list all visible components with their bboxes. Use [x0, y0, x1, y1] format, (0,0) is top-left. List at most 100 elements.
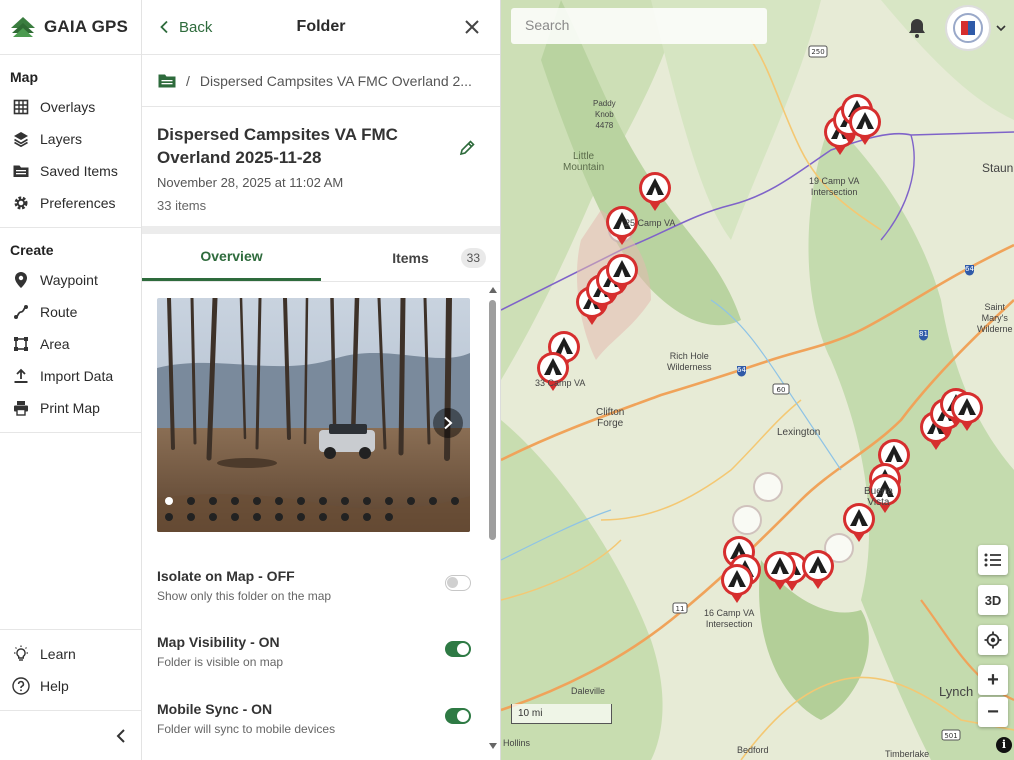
- layers-icon: [12, 130, 30, 148]
- route-11-label: 11: [676, 605, 685, 613]
- brand-name: GAIA GPS: [44, 17, 129, 36]
- campsite-pin[interactable]: [604, 252, 640, 296]
- zoom-out-button[interactable]: −: [978, 697, 1008, 727]
- breadcrumb-current: Dispersed Campsites VA FMC Overland 2...: [199, 72, 472, 89]
- back-button[interactable]: Back: [142, 19, 212, 36]
- 3d-toggle-button[interactable]: 3D: [978, 585, 1008, 615]
- breadcrumb: / Dispersed Campsites VA FMC Overland 2.…: [142, 55, 500, 107]
- folder-panel: Back Folder / Dispersed Campsites VA FMC…: [142, 0, 501, 760]
- campsite-pin[interactable]: [719, 562, 755, 606]
- campsite-pin[interactable]: [847, 104, 883, 148]
- collapse-sidebar-button[interactable]: [0, 710, 141, 760]
- setting-title: Mobile Sync - ON: [157, 701, 273, 717]
- zoom-in-button[interactable]: +: [978, 665, 1008, 695]
- map-view[interactable]: 250 64 64 81 60 11 501 19 Camp VA Interse…: [501, 0, 1014, 760]
- edit-pencil-icon[interactable]: [458, 139, 476, 157]
- carousel-dot[interactable]: [429, 497, 437, 505]
- label-timberlake: Timberlake: [885, 749, 930, 759]
- sidebar-item-import-data[interactable]: Import Data: [0, 360, 141, 392]
- chevron-down-icon[interactable]: [996, 25, 1006, 32]
- carousel-dot[interactable]: [187, 513, 195, 521]
- carousel-dot[interactable]: [319, 497, 327, 505]
- sync-toggle[interactable]: [445, 708, 471, 724]
- carousel-dot[interactable]: [297, 513, 305, 521]
- gear-icon: [12, 194, 30, 212]
- carousel-dot[interactable]: [187, 497, 195, 505]
- carousel-dot[interactable]: [165, 513, 173, 521]
- sidebar-item-layers[interactable]: Layers: [0, 123, 141, 155]
- route-501-label: 501: [944, 732, 957, 740]
- carousel-dot[interactable]: [363, 513, 371, 521]
- carousel-dot[interactable]: [209, 497, 217, 505]
- sidebar-item-preferences[interactable]: Preferences: [0, 187, 141, 219]
- setting-description: Show only this folder on the map: [157, 589, 332, 603]
- locate-me-button[interactable]: [978, 625, 1008, 655]
- folder-icon: [12, 162, 30, 180]
- route-60-label: 60: [777, 386, 786, 394]
- chevron-right-icon: [444, 416, 453, 430]
- carousel-next-button[interactable]: [433, 408, 463, 438]
- sidebar-item-help[interactable]: Help: [0, 670, 141, 702]
- photo-carousel[interactable]: [157, 298, 470, 532]
- visibility-toggle[interactable]: [445, 641, 471, 657]
- sidebar-item-label: Help: [40, 678, 69, 694]
- carousel-dot[interactable]: [451, 497, 459, 505]
- label-lynchburg: Lynch: [939, 684, 974, 699]
- carousel-dot[interactable]: [319, 513, 327, 521]
- carousel-dot[interactable]: [341, 497, 349, 505]
- carousel-dot[interactable]: [385, 513, 393, 521]
- carousel-dot[interactable]: [275, 497, 283, 505]
- nav-bottom: Learn Help: [0, 629, 141, 760]
- setting-map-visibility: Map Visibility - ON Folder is visible on…: [157, 634, 477, 669]
- sidebar-item-label: Waypoint: [40, 272, 98, 288]
- carousel-dot[interactable]: [363, 497, 371, 505]
- isolate-toggle[interactable]: [445, 575, 471, 591]
- label-daleville: Daleville: [571, 686, 606, 696]
- setting-title: Isolate on Map - OFF: [157, 568, 295, 584]
- panel-scrollbar[interactable]: [487, 282, 497, 752]
- sidebar-item-overlays[interactable]: Overlays: [0, 91, 141, 123]
- sidebar-nav: GAIA GPS Map Overlays Layers Saved Items: [0, 0, 142, 760]
- label-clifton-forge: Clifton Forge: [596, 407, 625, 429]
- scale-bar: 10 mi: [511, 704, 612, 724]
- label-saint-marys: Saint Mary's Wilderne: [977, 302, 1013, 334]
- avatar-logo-icon: [953, 13, 983, 43]
- carousel-dot[interactable]: [231, 497, 239, 505]
- campsite-pin[interactable]: [762, 549, 798, 593]
- sidebar-item-saved-items[interactable]: Saved Items: [0, 155, 141, 187]
- scrollbar-thumb[interactable]: [489, 300, 496, 540]
- sidebar-item-print-map[interactable]: Print Map: [0, 392, 141, 424]
- carousel-dot[interactable]: [253, 497, 261, 505]
- campsite-pin[interactable]: [637, 170, 673, 214]
- items-count-badge: 33: [460, 248, 486, 268]
- map-search-input[interactable]: Search: [511, 8, 767, 44]
- folder-icon[interactable]: [158, 73, 176, 88]
- carousel-dot[interactable]: [231, 513, 239, 521]
- tent-icon: [802, 550, 834, 589]
- campsite-pin[interactable]: [949, 390, 985, 434]
- carousel-dot[interactable]: [253, 513, 261, 521]
- carousel-dot[interactable]: [275, 513, 283, 521]
- carousel-dot[interactable]: [297, 497, 305, 505]
- sidebar-item-route[interactable]: Route: [0, 296, 141, 328]
- close-icon[interactable]: [462, 17, 482, 37]
- avatar[interactable]: [945, 5, 991, 51]
- sidebar-item-label: Import Data: [40, 368, 114, 384]
- campsite-pin[interactable]: [800, 548, 836, 592]
- scroll-down-icon[interactable]: [488, 742, 498, 750]
- sidebar-item-area[interactable]: Area: [0, 328, 141, 360]
- carousel-dots: [165, 497, 465, 521]
- carousel-dot[interactable]: [385, 497, 393, 505]
- tab-overview[interactable]: Overview: [142, 234, 321, 281]
- sidebar-item-learn[interactable]: Learn: [0, 638, 141, 670]
- carousel-dot[interactable]: [407, 497, 415, 505]
- info-icon[interactable]: i: [996, 737, 1012, 753]
- brand[interactable]: GAIA GPS: [0, 0, 141, 55]
- carousel-dot[interactable]: [209, 513, 217, 521]
- sidebar-item-waypoint[interactable]: Waypoint: [0, 264, 141, 296]
- legend-list-button[interactable]: [978, 545, 1008, 575]
- carousel-dot[interactable]: [341, 513, 349, 521]
- carousel-dot[interactable]: [165, 497, 173, 505]
- scroll-up-icon[interactable]: [488, 286, 498, 294]
- bell-icon[interactable]: [907, 17, 927, 39]
